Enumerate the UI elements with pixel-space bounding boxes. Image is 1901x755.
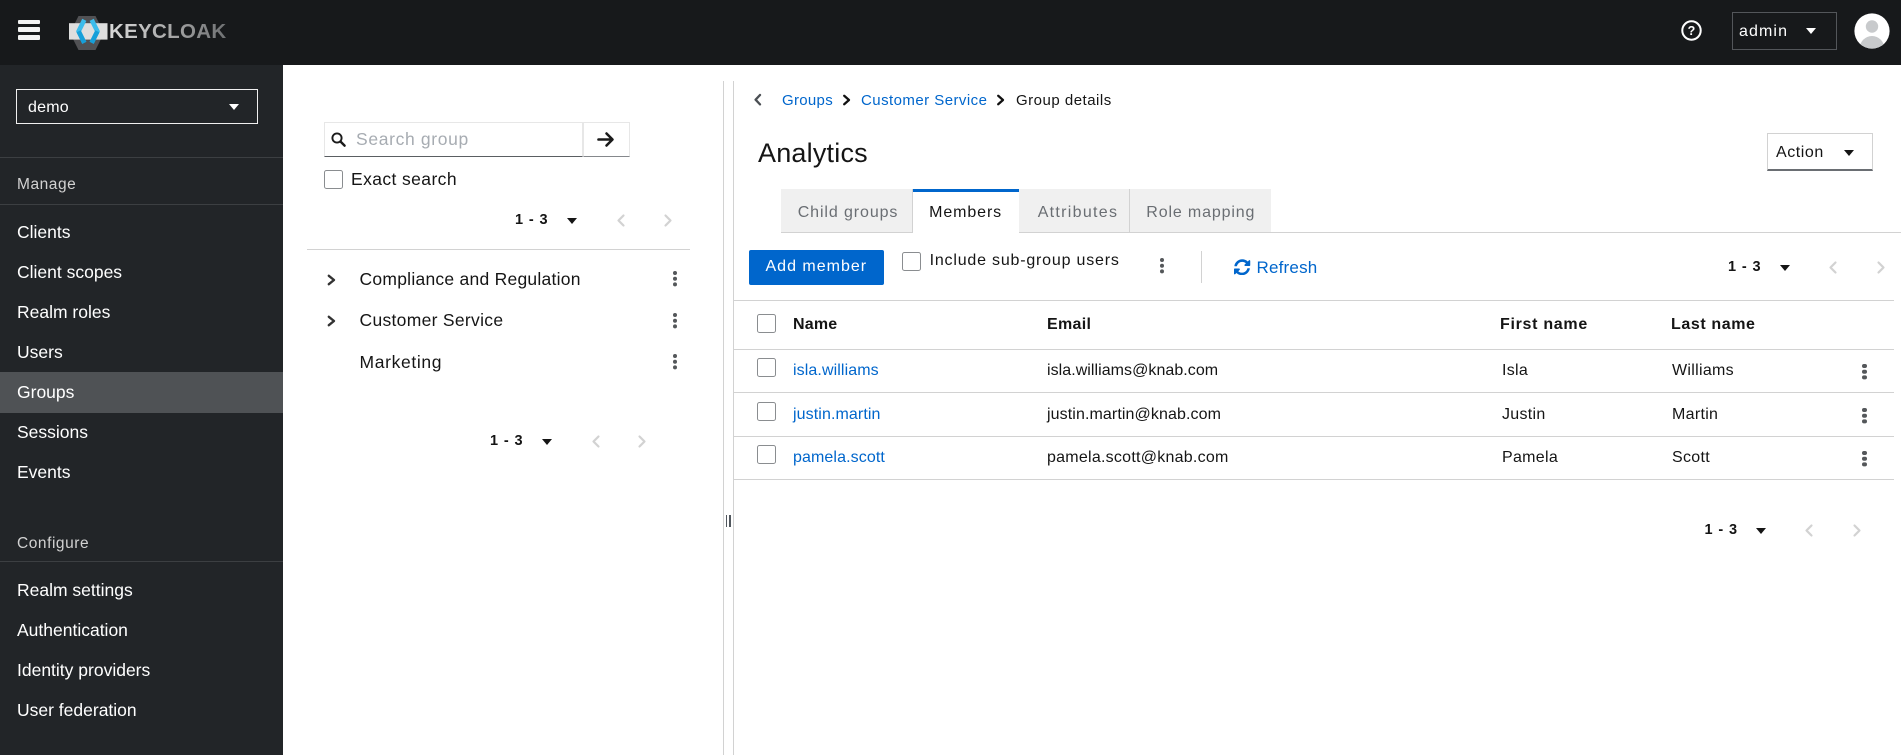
svg-text:?: ? (1688, 24, 1696, 38)
